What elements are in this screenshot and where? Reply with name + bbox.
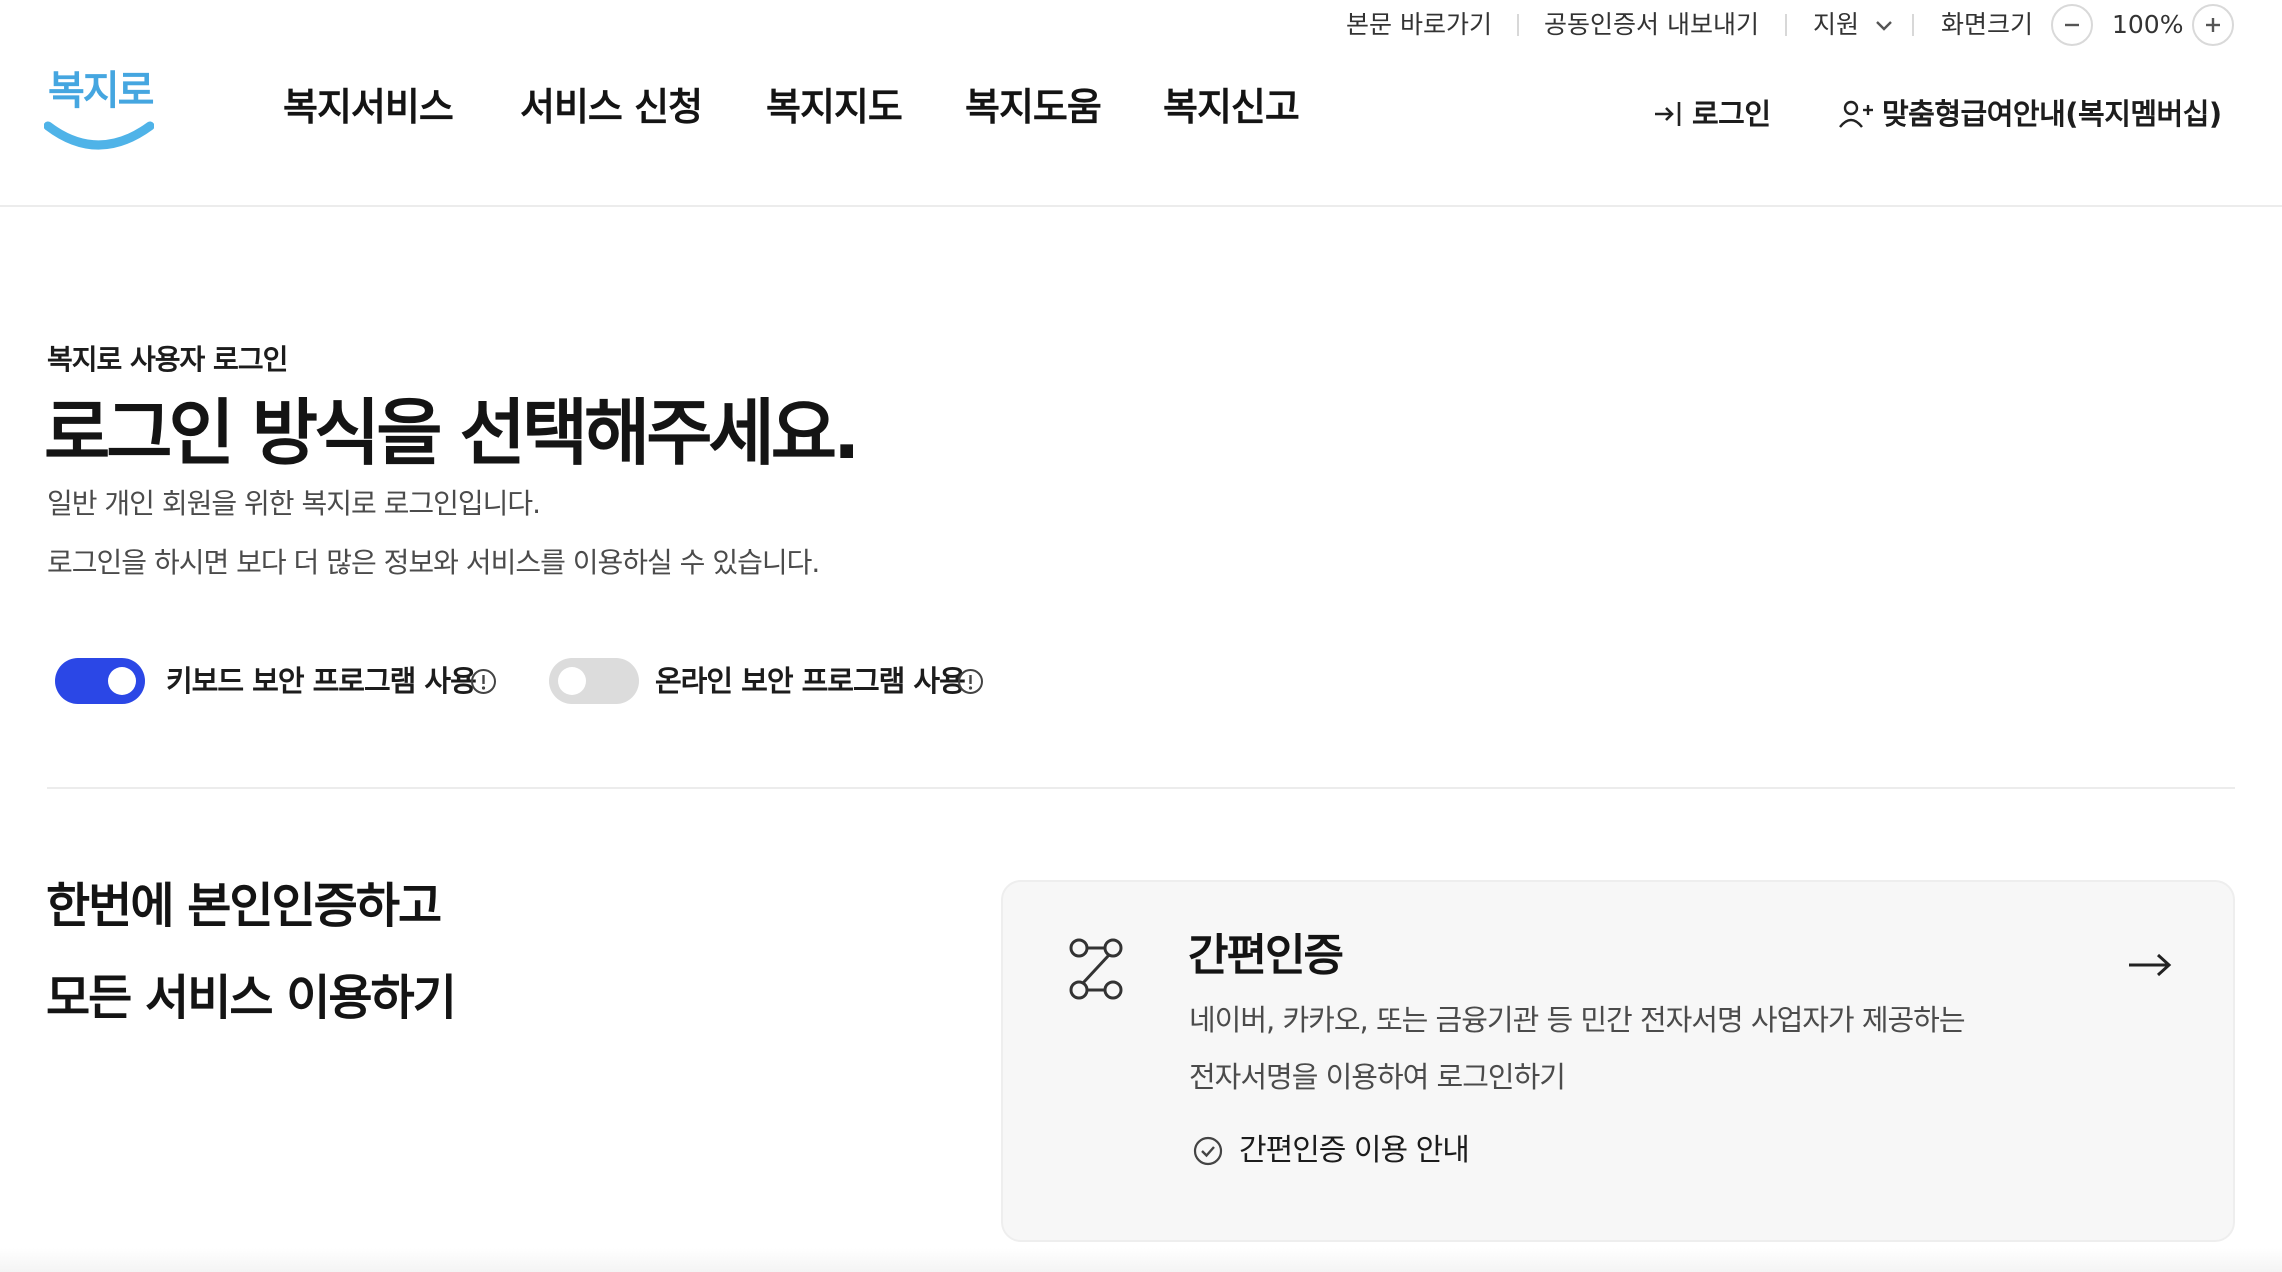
- divider: [1785, 14, 1787, 36]
- zoom-in-button[interactable]: [2192, 4, 2234, 46]
- support-menu[interactable]: 지원: [1813, 8, 1893, 42]
- simple-auth-title: 간편인증: [1188, 930, 1344, 981]
- divider: [1517, 14, 1519, 36]
- page-eyebrow: 복지로 사용자 로그인: [47, 343, 288, 376]
- intro-description-1: 일반 개인 회원을 위한 복지로 로그인입니다.: [47, 487, 541, 520]
- intro-description-2: 로그인을 하시면 보다 더 많은 정보와 서비스를 이용하실 수 있습니다.: [47, 546, 820, 579]
- login-icon: [1655, 102, 1681, 126]
- screen-size-label: 화면크기: [1941, 10, 2034, 39]
- membership-label: 맞춤형급여안내(복지멤버십): [1882, 97, 2222, 131]
- svg-text:복지로: 복지로: [48, 68, 154, 114]
- chevron-down-icon: [1876, 21, 1892, 31]
- zoom-level: 100%: [2112, 10, 2184, 39]
- zoom-out-button[interactable]: [2051, 4, 2093, 46]
- promo-line-1: 한번에 본인인증하고: [46, 878, 442, 934]
- plus-icon: [2206, 18, 2220, 32]
- toggle-knob: [108, 667, 136, 695]
- support-label: 지원: [1813, 10, 1860, 39]
- header-divider: [0, 205, 2282, 207]
- membership-link[interactable]: 맞춤형급여안내(복지멤버십): [1838, 94, 2222, 134]
- arrow-right-icon: [2129, 953, 2172, 977]
- divider: [1912, 14, 1914, 36]
- minus-icon: [2065, 23, 2079, 27]
- bokjiro-logo[interactable]: 복지로: [43, 56, 156, 156]
- check-circle-icon: [1193, 1136, 1223, 1166]
- online-security-toggle[interactable]: [549, 658, 639, 704]
- skip-to-content-link[interactable]: 본문 바로가기: [1346, 8, 1492, 42]
- simple-auth-guide-link[interactable]: 간편인증 이용 안내: [1193, 1130, 1470, 1172]
- bottom-fade: [0, 1248, 2282, 1272]
- utility-bar: 본문 바로가기 공동인증서 내보내기 지원 화면크기 100%: [0, 0, 2282, 50]
- keyboard-security-label: 키보드 보안 프로그램 사용: [166, 664, 477, 698]
- nav-item-welfare-help[interactable]: 복지도움: [965, 82, 1102, 132]
- nav-item-welfare-service[interactable]: 복지서비스: [283, 82, 454, 132]
- cert-export-link[interactable]: 공동인증서 내보내기: [1544, 8, 1759, 42]
- simple-auth-guide-label: 간편인증 이용 안내: [1239, 1133, 1470, 1168]
- page-title: 로그인 방식을 선택해주세요.: [44, 391, 860, 475]
- promo-line-2: 모든 서비스 이용하기: [46, 970, 457, 1026]
- simple-auth-description-2: 전자서명을 이용하여 로그인하기: [1189, 1060, 1566, 1094]
- info-icon[interactable]: [470, 668, 497, 695]
- section-divider: [47, 787, 2235, 789]
- toggle-knob: [558, 667, 586, 695]
- add-user-icon: [1839, 100, 1873, 128]
- nav-item-welfare-report[interactable]: 복지신고: [1163, 82, 1300, 132]
- online-security-label: 온라인 보안 프로그램 사용: [655, 664, 966, 698]
- keyboard-security-toggle[interactable]: [55, 658, 145, 704]
- login-label: 로그인: [1692, 97, 1771, 131]
- simple-auth-card[interactable]: 간편인증 네이버, 카카오, 또는 금융기관 등 민간 전자서명 사업자가 제공…: [1001, 880, 2235, 1242]
- login-link[interactable]: 로그인: [1652, 94, 1771, 134]
- simple-auth-description-1: 네이버, 카카오, 또는 금융기관 등 민간 전자서명 사업자가 제공하는: [1189, 1003, 1966, 1037]
- simple-auth-icon: [1069, 938, 1123, 1000]
- nav-item-service-application[interactable]: 서비스 신청: [520, 82, 703, 132]
- nav-item-welfare-map[interactable]: 복지지도: [766, 82, 903, 132]
- info-icon[interactable]: [957, 668, 984, 695]
